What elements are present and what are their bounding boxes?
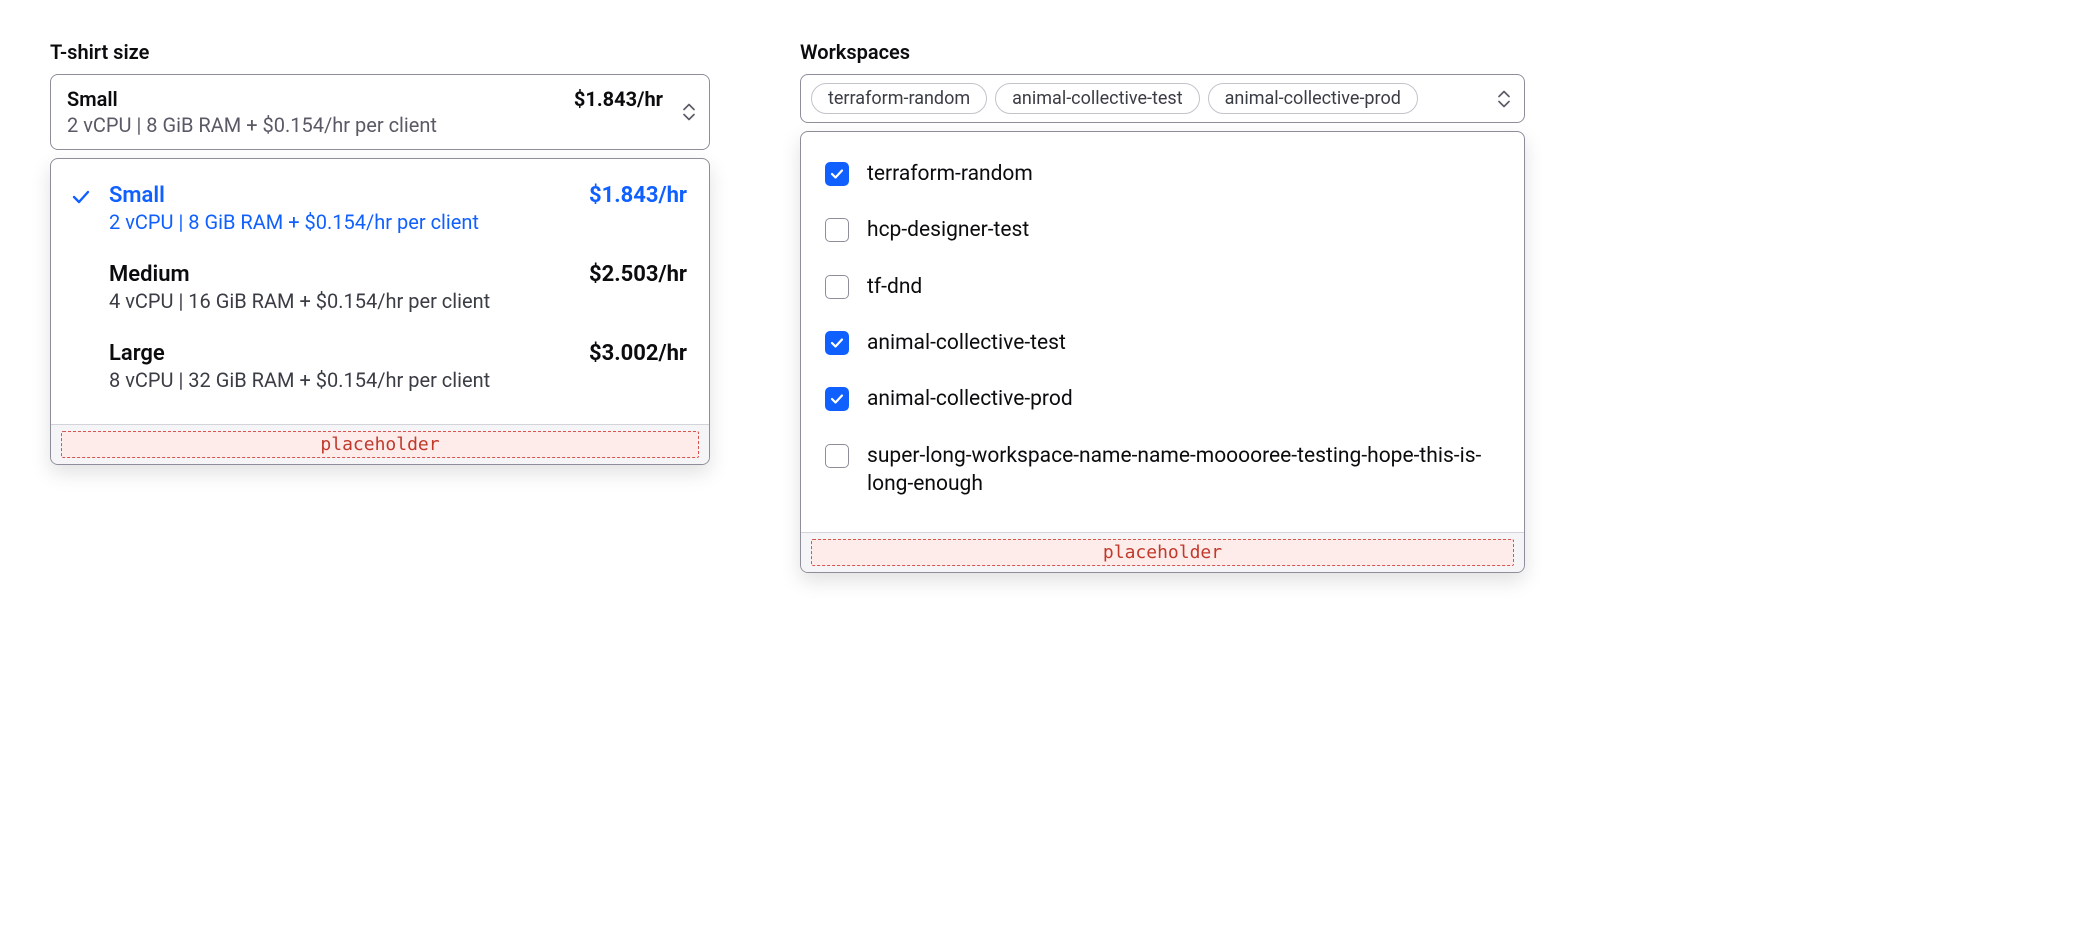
workspace-option[interactable]: tf-dnd [801,259,1524,315]
chevron-up-down-icon [1498,90,1510,107]
workspace-option[interactable]: terraform-random [801,146,1524,202]
workspace-option[interactable]: hcp-designer-test [801,202,1524,258]
tshirt-selected-price: $1.843/hr [574,87,663,111]
chevron-up-down-icon [683,104,695,121]
workspaces-dropdown: terraform-random hcp-designer-test tf-dn… [800,131,1525,573]
tshirt-trigger-row: Small $1.843/hr [67,87,663,111]
workspaces-label: Workspaces [800,40,1525,64]
check-icon [71,187,91,211]
checkbox-unchecked-icon[interactable] [825,275,849,299]
checkbox-checked-icon[interactable] [825,162,849,186]
placeholder-slot: placeholder [61,431,699,458]
option-row: Large $3.002/hr [109,341,687,366]
tshirt-dropdown-footer: placeholder [51,424,709,464]
workspace-option-label: animal-collective-test [867,329,1066,357]
tshirt-option-medium[interactable]: Medium $2.503/hr 4 vCPU | 16 GiB RAM + $… [51,248,709,327]
tshirt-option-small[interactable]: Small $1.843/hr 2 vCPU | 8 GiB RAM + $0.… [51,169,709,248]
option-price: $1.843/hr [589,183,687,208]
workspace-option-label: super-long-workspace-name-name-mooooree-… [867,442,1500,499]
workspace-option[interactable]: animal-collective-prod [801,371,1524,427]
placeholder-slot: placeholder [811,539,1514,566]
tshirt-size-select-trigger[interactable]: Small $1.843/hr 2 vCPU | 8 GiB RAM + $0.… [50,74,710,150]
checkbox-checked-icon[interactable] [825,331,849,355]
option-row: Medium $2.503/hr [109,262,687,287]
tshirt-selected-sub: 2 vCPU | 8 GiB RAM + $0.154/hr per clien… [67,113,663,137]
workspaces-option-list: terraform-random hcp-designer-test tf-dn… [801,132,1524,532]
option-name: Medium [109,262,190,287]
option-name: Small [109,183,165,208]
checkbox-unchecked-icon[interactable] [825,444,849,468]
option-row: Small $1.843/hr [109,183,687,208]
workspace-option-label: terraform-random [867,160,1033,188]
option-sub: 8 vCPU | 32 GiB RAM + $0.154/hr per clie… [109,368,687,392]
tshirt-size-panel: T-shirt size Small $1.843/hr 2 vCPU | 8 … [50,40,710,465]
workspace-option-label: animal-collective-prod [867,385,1073,413]
workspace-option-label: hcp-designer-test [867,216,1029,244]
workspace-tag[interactable]: animal-collective-prod [1208,83,1418,114]
option-price: $3.002/hr [589,341,687,366]
tshirt-size-option-list: Small $1.843/hr 2 vCPU | 8 GiB RAM + $0.… [51,159,709,424]
workspace-option[interactable]: animal-collective-test [801,315,1524,371]
option-sub: 2 vCPU | 8 GiB RAM + $0.154/hr per clien… [109,210,687,234]
workspaces-select-trigger[interactable]: terraform-random animal-collective-test … [800,74,1525,123]
option-price: $2.503/hr [589,262,687,287]
checkbox-checked-icon[interactable] [825,387,849,411]
tshirt-size-label: T-shirt size [50,40,710,64]
workspace-option[interactable]: super-long-workspace-name-name-mooooree-… [801,428,1524,513]
workspace-option-label: tf-dnd [867,273,922,301]
workspace-tag[interactable]: animal-collective-test [995,83,1199,114]
workspaces-panel: Workspaces terraform-random animal-colle… [800,40,1525,573]
tshirt-option-large[interactable]: Large $3.002/hr 8 vCPU | 32 GiB RAM + $0… [51,327,709,406]
option-name: Large [109,341,165,366]
option-sub: 4 vCPU | 16 GiB RAM + $0.154/hr per clie… [109,289,687,313]
workspaces-dropdown-footer: placeholder [801,532,1524,572]
tshirt-selected-name: Small [67,87,118,111]
workspace-tag[interactable]: terraform-random [811,83,987,114]
tshirt-size-dropdown: Small $1.843/hr 2 vCPU | 8 GiB RAM + $0.… [50,158,710,465]
checkbox-unchecked-icon[interactable] [825,218,849,242]
